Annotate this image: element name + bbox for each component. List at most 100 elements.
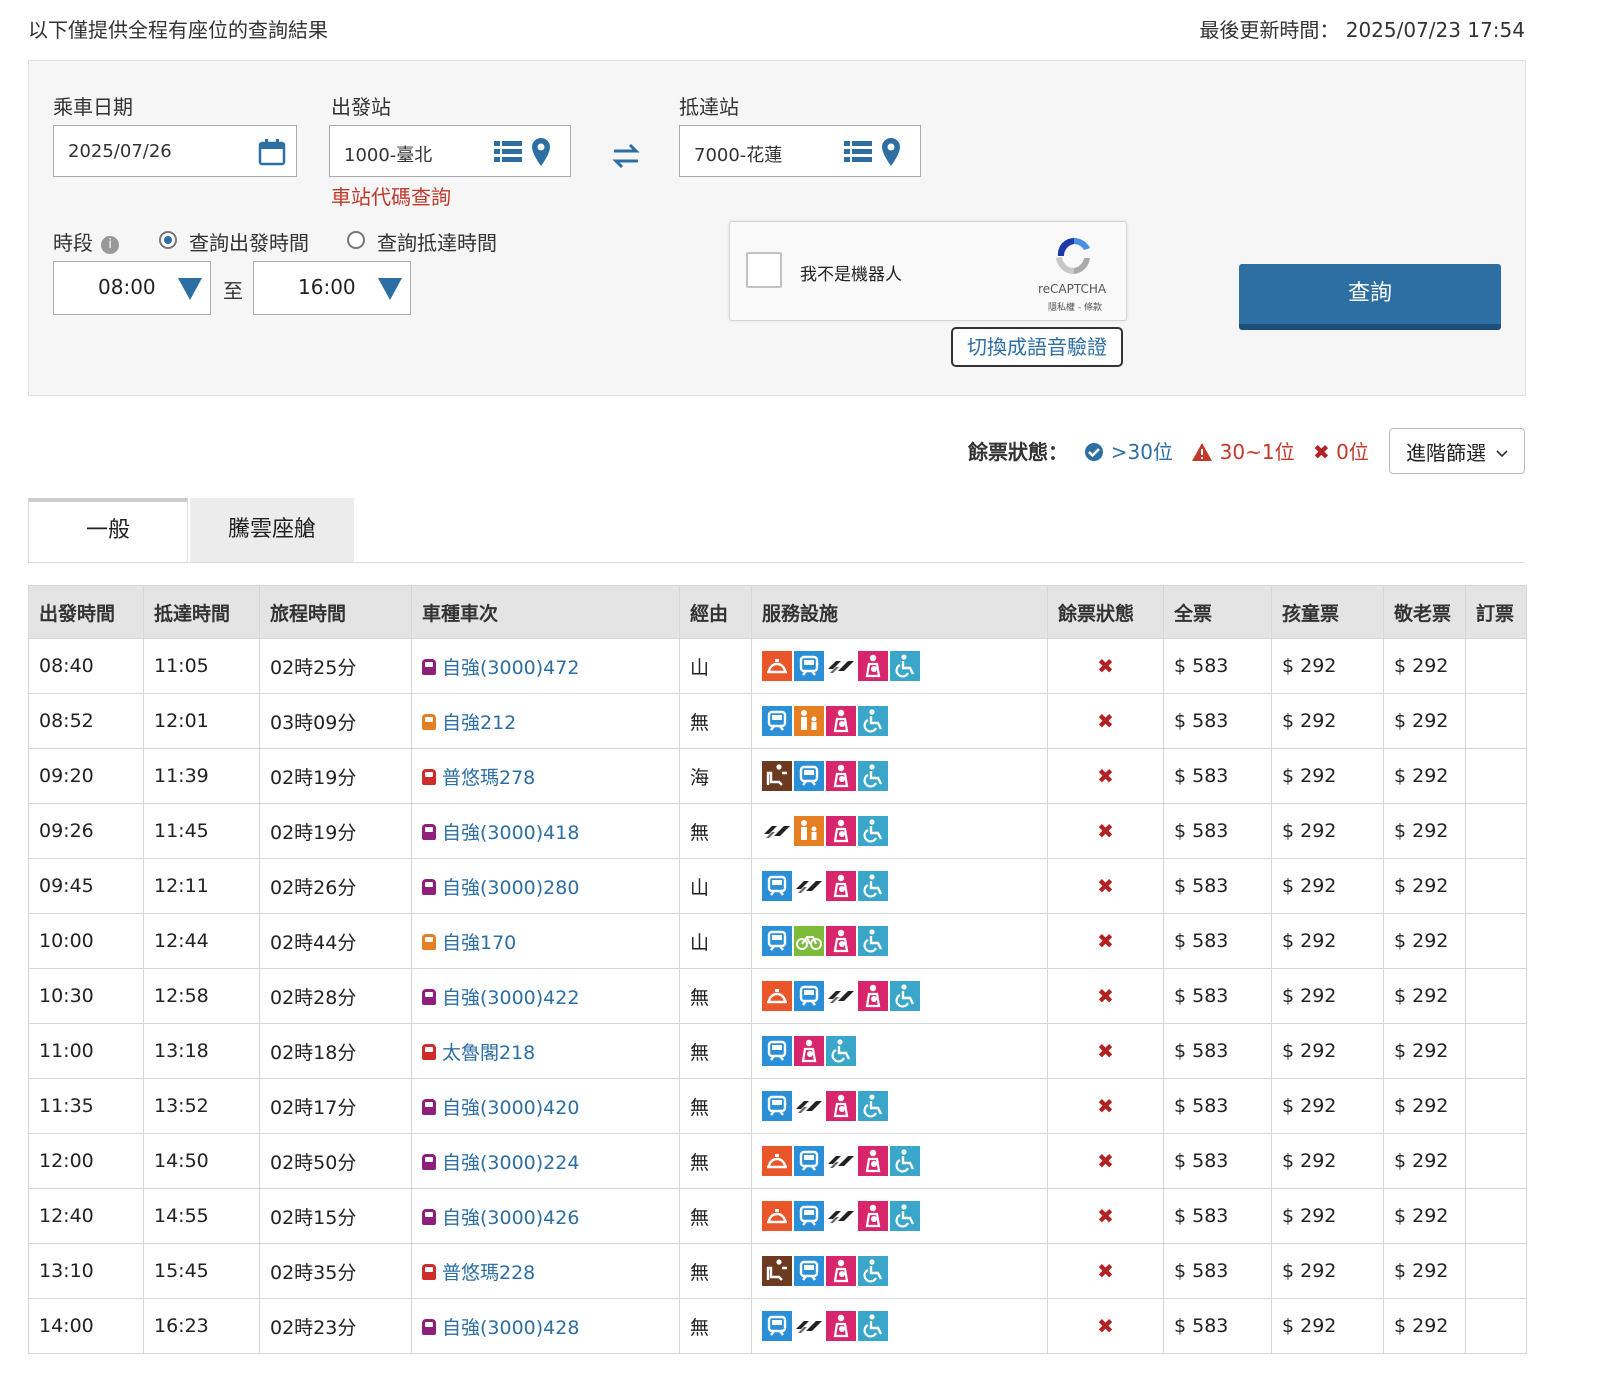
via: 無 bbox=[679, 1298, 752, 1354]
senior-fare: $ 292 bbox=[1383, 803, 1466, 859]
recaptcha-logo-icon bbox=[1052, 234, 1096, 282]
search-button[interactable]: 查詢 bbox=[1239, 264, 1501, 330]
facilities bbox=[751, 1078, 1048, 1134]
book-cell bbox=[1465, 638, 1527, 694]
facilities bbox=[751, 803, 1048, 859]
train-link[interactable]: 自強212 bbox=[442, 712, 516, 734]
table-row: 14:00 16:23 02時23分 自強(3000)428 無 ✖ $ 583 $ 292 $… bbox=[28, 1298, 1527, 1354]
tilt-icon bbox=[826, 1201, 856, 1231]
seat-status: ✖ bbox=[1047, 913, 1164, 969]
train-link[interactable]: 自強(3000)224 bbox=[442, 1152, 579, 1174]
x-icon: ✖ bbox=[1097, 984, 1114, 1008]
col-senior-fare: 敬老票 bbox=[1383, 585, 1466, 639]
seat-status: ✖ bbox=[1047, 858, 1164, 914]
senior-fare: $ 292 bbox=[1383, 1023, 1466, 1079]
x-icon: ✖ bbox=[1097, 874, 1114, 898]
train-cell[interactable]: 自強(3000)428 bbox=[411, 1298, 680, 1354]
train-cell[interactable]: 普悠瑪278 bbox=[411, 748, 680, 804]
full-fare: $ 583 bbox=[1163, 803, 1272, 859]
radio-depart[interactable] bbox=[159, 231, 177, 249]
train-cell[interactable]: 自強(3000)472 bbox=[411, 638, 680, 694]
depart-time: 12:00 bbox=[28, 1133, 144, 1189]
senior-fare: $ 292 bbox=[1383, 858, 1466, 914]
facilities bbox=[751, 858, 1048, 914]
train-cell[interactable]: 自強(3000)420 bbox=[411, 1078, 680, 1134]
train-link[interactable]: 自強(3000)420 bbox=[442, 1097, 579, 1119]
child-fare: $ 292 bbox=[1271, 1133, 1384, 1189]
seat-status: ✖ bbox=[1047, 638, 1164, 694]
map-pin-icon[interactable] bbox=[882, 138, 900, 171]
date-field[interactable]: 2025/07/26 bbox=[53, 125, 297, 177]
calendar-icon[interactable] bbox=[258, 138, 286, 171]
wheelchair-icon bbox=[858, 1311, 888, 1341]
train-cell[interactable]: 自強(3000)418 bbox=[411, 803, 680, 859]
train-link[interactable]: 普悠瑪228 bbox=[442, 1262, 535, 1284]
arrive-time: 14:50 bbox=[143, 1133, 260, 1189]
arrive-time: 12:44 bbox=[143, 913, 260, 969]
facilities bbox=[751, 638, 1048, 694]
duration: 02時35分 bbox=[259, 1243, 412, 1299]
map-pin-icon[interactable] bbox=[532, 138, 550, 171]
tilt-icon bbox=[794, 871, 824, 901]
captcha-checkbox[interactable] bbox=[746, 252, 782, 288]
col-full-fare: 全票 bbox=[1163, 585, 1272, 639]
list-icon[interactable] bbox=[494, 140, 522, 169]
radio-arrive[interactable] bbox=[347, 231, 365, 249]
time-from-select[interactable]: 08:00 bbox=[53, 261, 211, 315]
train-link[interactable]: 太魯閣218 bbox=[442, 1042, 535, 1064]
book-cell bbox=[1465, 858, 1527, 914]
col-depart[interactable]: 出發時間 bbox=[28, 585, 144, 639]
radio-arrive-label[interactable]: 查詢抵達時間 bbox=[377, 227, 497, 256]
train-cell[interactable]: 普悠瑪228 bbox=[411, 1243, 680, 1299]
full-fare: $ 583 bbox=[1163, 1078, 1272, 1134]
child-fare: $ 292 bbox=[1271, 693, 1384, 749]
x-icon: ✖ bbox=[1097, 1094, 1114, 1118]
train-cell[interactable]: 自強(3000)426 bbox=[411, 1188, 680, 1244]
col-duration[interactable]: 旅程時間 bbox=[259, 585, 412, 639]
from-station-field[interactable]: 1000-臺北 bbox=[329, 125, 571, 177]
depart-time: 09:45 bbox=[28, 858, 144, 914]
train-link[interactable]: 自強(3000)426 bbox=[442, 1207, 579, 1229]
station-code-link[interactable]: 車站代碼查詢 bbox=[331, 181, 451, 210]
train-cell[interactable]: 自強(3000)280 bbox=[411, 858, 680, 914]
train-link[interactable]: 自強(3000)428 bbox=[442, 1317, 579, 1339]
train-link[interactable]: 自強170 bbox=[442, 932, 516, 954]
swap-stations-icon[interactable] bbox=[611, 141, 641, 175]
legend-few: 30~1位 bbox=[1219, 440, 1295, 464]
tab-business-class[interactable]: 騰雲座艙 bbox=[190, 498, 354, 562]
tab-general[interactable]: 一般 bbox=[28, 498, 188, 562]
duration: 02時15分 bbox=[259, 1188, 412, 1244]
train-link[interactable]: 自強(3000)422 bbox=[442, 987, 579, 1009]
train-cell[interactable]: 自強(3000)422 bbox=[411, 968, 680, 1024]
info-icon[interactable]: i bbox=[101, 235, 119, 254]
to-station-field[interactable]: 7000-花蓮 bbox=[679, 125, 921, 177]
depart-time: 11:00 bbox=[28, 1023, 144, 1079]
seat-status: ✖ bbox=[1047, 1023, 1164, 1079]
list-icon[interactable] bbox=[844, 140, 872, 169]
radio-depart-label[interactable]: 查詢出發時間 bbox=[189, 227, 309, 256]
train-cell[interactable]: 太魯閣218 bbox=[411, 1023, 680, 1079]
train-link[interactable]: 普悠瑪278 bbox=[442, 767, 535, 789]
child-fare: $ 292 bbox=[1271, 858, 1384, 914]
legend-title: 餘票狀態： bbox=[968, 440, 1068, 464]
train-link[interactable]: 自強(3000)472 bbox=[442, 657, 579, 679]
table-row: 12:40 14:55 02時15分 自強(3000)426 無 ✖ $ 583 $ 292 $… bbox=[28, 1188, 1527, 1244]
train-link[interactable]: 自強(3000)418 bbox=[442, 822, 579, 844]
senior-fare: $ 292 bbox=[1383, 748, 1466, 804]
train-cell[interactable]: 自強212 bbox=[411, 693, 680, 749]
captcha-links[interactable]: 隱私權 - 條款 bbox=[1048, 300, 1102, 313]
table-row: 11:00 13:18 02時18分 太魯閣218 無 ✖ $ 583 $ 292 $ 292 bbox=[28, 1023, 1527, 1079]
train-link[interactable]: 自強(3000)280 bbox=[442, 877, 579, 899]
advanced-filter-button[interactable]: 進階篩選 bbox=[1389, 428, 1525, 474]
train-cell[interactable]: 自強170 bbox=[411, 913, 680, 969]
voice-verify-button[interactable]: 切換成語音驗證 bbox=[951, 327, 1123, 367]
to-label: 抵達站 bbox=[679, 95, 739, 119]
train-cell[interactable]: 自強(3000)224 bbox=[411, 1133, 680, 1189]
facilities bbox=[751, 693, 1048, 749]
wheelchair-icon bbox=[890, 651, 920, 681]
full-fare: $ 583 bbox=[1163, 968, 1272, 1024]
full-fare: $ 583 bbox=[1163, 693, 1272, 749]
time-to-select[interactable]: 16:00 bbox=[253, 261, 411, 315]
col-arrive[interactable]: 抵達時間 bbox=[143, 585, 260, 639]
nursing-icon bbox=[858, 981, 888, 1011]
